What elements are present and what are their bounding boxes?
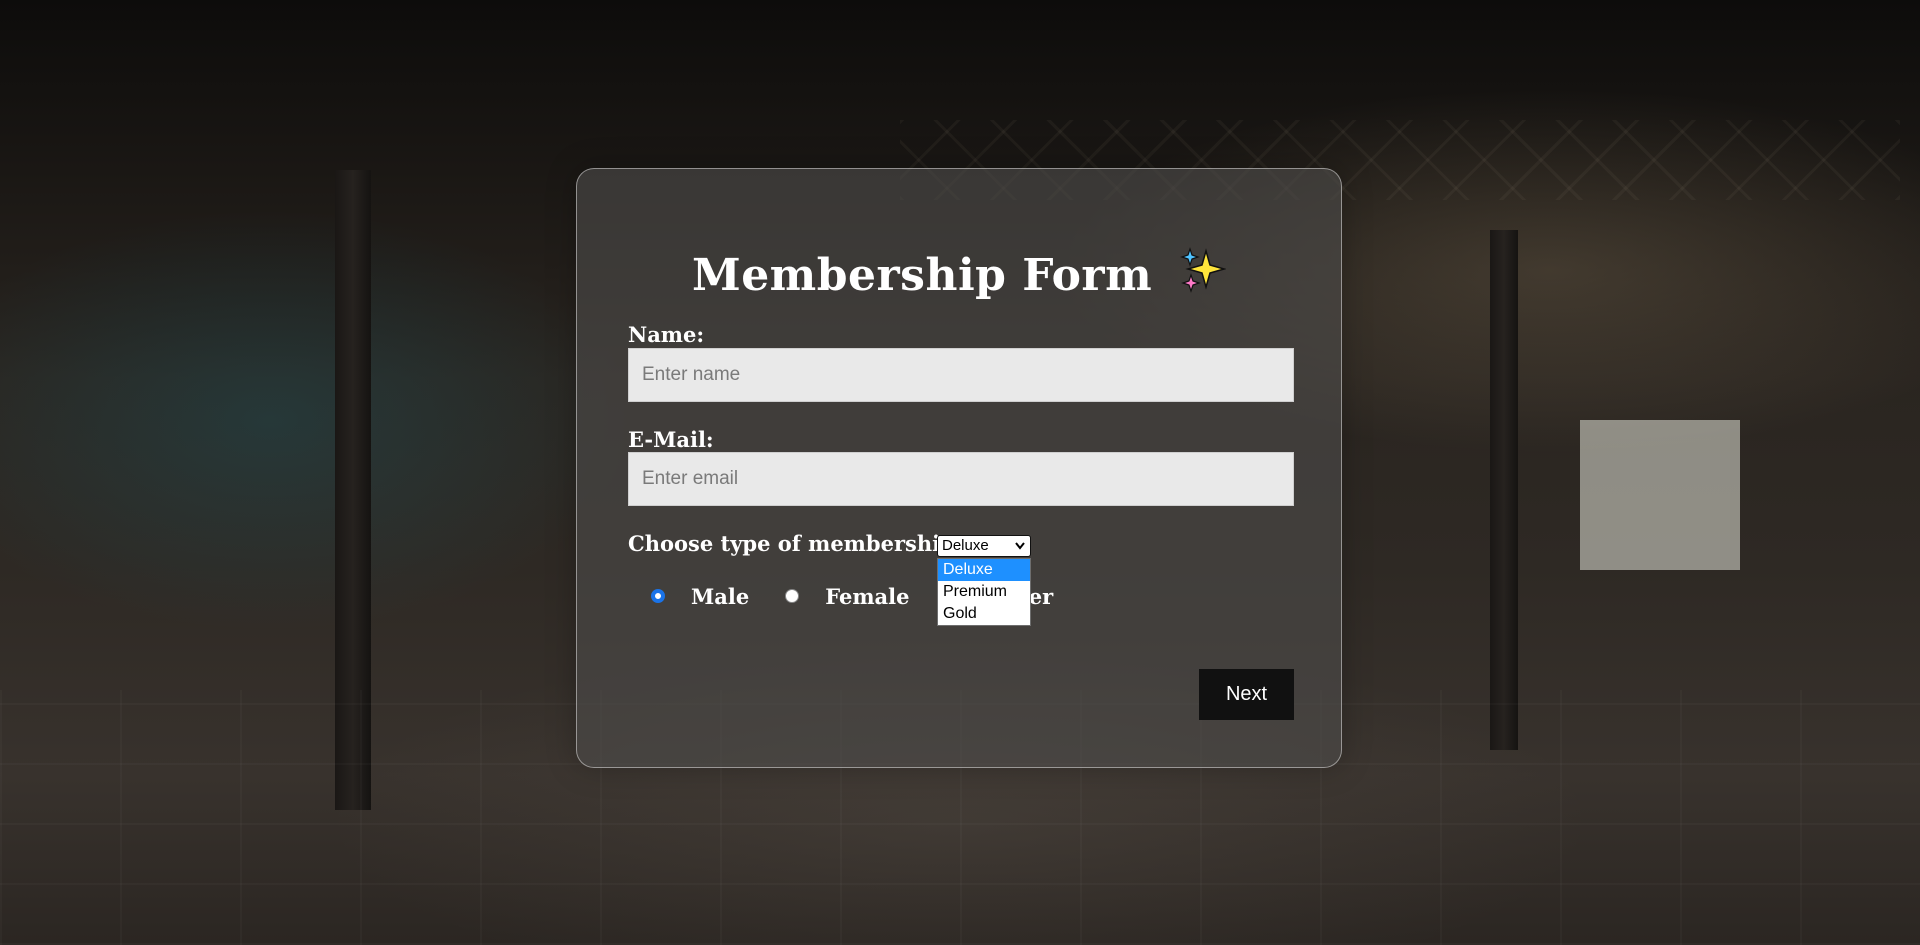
gender-radio-female[interactable] <box>785 589 800 603</box>
pillar <box>1490 230 1518 750</box>
sparkles-icon <box>1180 247 1227 304</box>
whiteboard <box>1580 420 1740 570</box>
name-input[interactable] <box>628 348 1294 402</box>
membership-option-premium[interactable]: Premium <box>938 581 1030 603</box>
membership-form-card: Membership Form Name: E-Mail: Choose typ… <box>576 168 1342 768</box>
form-title-text: Membership Form <box>691 250 1153 301</box>
name-label: Name: <box>628 322 705 347</box>
next-button[interactable]: Next <box>1199 669 1294 720</box>
membership-dropdown: Deluxe Premium Gold <box>937 558 1031 626</box>
membership-option-deluxe[interactable]: Deluxe <box>938 559 1030 581</box>
email-input[interactable] <box>628 452 1294 506</box>
email-label: E-Mail: <box>628 427 714 452</box>
membership-option-gold[interactable]: Gold <box>938 603 1030 625</box>
gender-label-male: Male <box>691 583 750 609</box>
membership-label: Choose type of membership: <box>628 531 963 556</box>
gender-label-female: Female <box>825 583 910 609</box>
membership-select[interactable]: Deluxe <box>937 535 1031 557</box>
membership-select-value: Deluxe <box>942 537 989 554</box>
form-title: Membership Form <box>577 247 1341 304</box>
gender-radio-male[interactable] <box>651 589 665 603</box>
